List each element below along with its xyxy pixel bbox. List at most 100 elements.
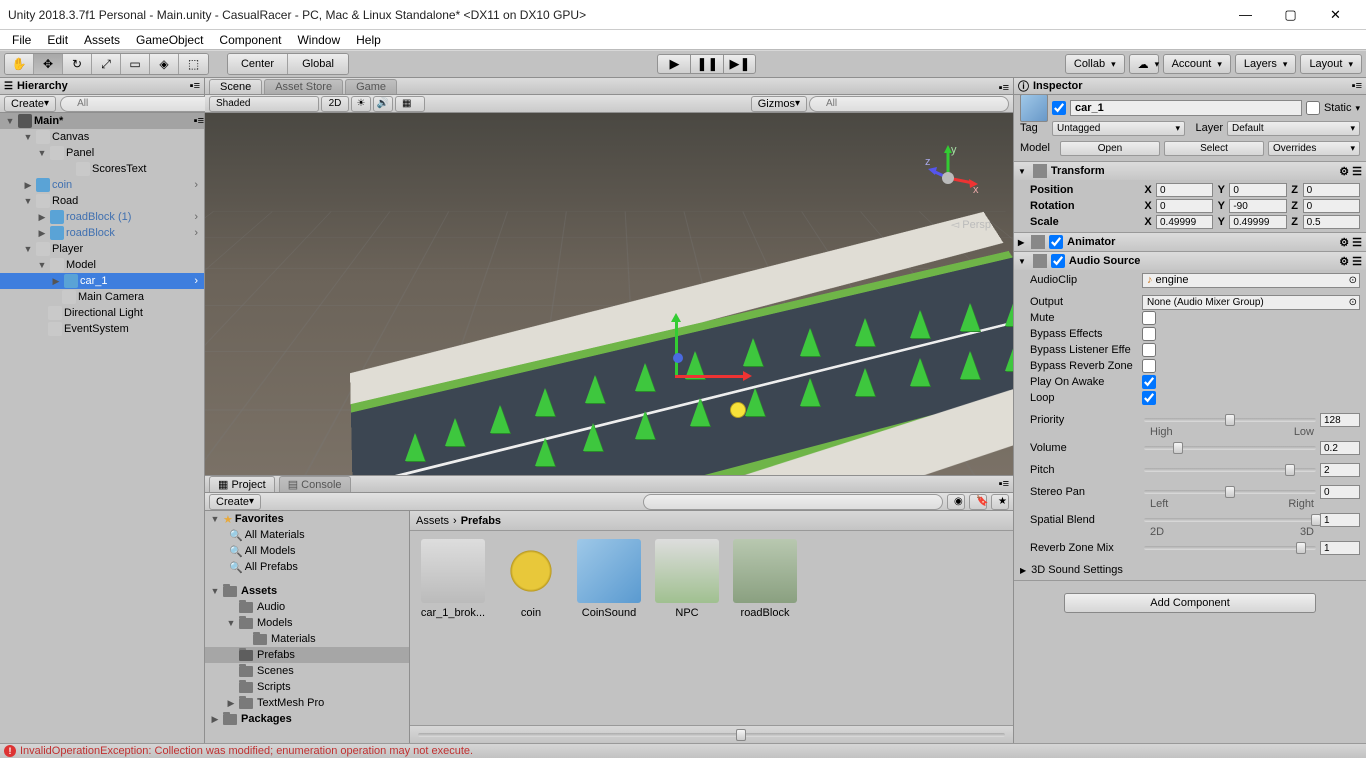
project-create-dropdown[interactable]: Create ▾ (209, 494, 261, 510)
project-breadcrumb[interactable]: Assets › Prefabs (410, 511, 1013, 531)
priority-slider[interactable] (1144, 418, 1316, 422)
play-on-awake-checkbox[interactable] (1142, 375, 1156, 389)
audio-toggle[interactable]: 🔊 (373, 96, 393, 112)
hierarchy-tab[interactable]: ☰ Hierarchy ▪≡ (0, 78, 204, 95)
transform-header[interactable]: Transform ⚙ ☰ (1014, 162, 1366, 180)
transform-tool[interactable]: ◈ (150, 54, 179, 74)
mode-2d-toggle[interactable]: 2D (321, 96, 349, 112)
asset-item[interactable]: car_1_brok... (418, 539, 488, 619)
inspector-tab[interactable]: ⓘ Inspector ▪≡ (1014, 78, 1366, 95)
add-component-button[interactable]: Add Component (1064, 593, 1316, 613)
search-filter-1[interactable]: ◉ (947, 494, 965, 510)
draw-mode-dropdown[interactable]: Shaded (209, 96, 319, 112)
orientation-gizmo[interactable]: y x z (913, 143, 983, 213)
tab-console[interactable]: ▤ Console (279, 476, 351, 492)
tab-scene[interactable]: Scene (209, 79, 262, 94)
scene-row[interactable]: ▼ Main* ▪≡ (0, 113, 204, 129)
animator-enabled[interactable] (1049, 235, 1063, 249)
spatial-slider[interactable] (1144, 518, 1316, 522)
panel-menu-icon[interactable]: ▪≡ (999, 82, 1009, 94)
active-checkbox[interactable] (1052, 101, 1066, 115)
bypass-reverb-checkbox[interactable] (1142, 359, 1156, 373)
asset-item[interactable]: coin (496, 539, 566, 619)
hierarchy-item[interactable]: ▶ roadBlock› (0, 225, 204, 241)
pitch-value[interactable] (1320, 463, 1360, 477)
gizmos-dropdown[interactable]: Gizmos ▾ (751, 96, 807, 112)
project-search[interactable] (643, 494, 943, 510)
volume-value[interactable] (1320, 441, 1360, 455)
hierarchy-search[interactable] (60, 96, 226, 112)
hierarchy-item[interactable]: Main Camera (0, 289, 204, 305)
asset-grid[interactable]: car_1_brok... coin CoinSound NPC roadBlo… (410, 531, 1013, 725)
minimize-button[interactable]: — (1223, 0, 1268, 29)
create-dropdown[interactable]: Create ▾ (4, 96, 56, 112)
prefab-open-button[interactable]: Open (1060, 141, 1160, 156)
folder-prefabs[interactable]: Prefabs (205, 647, 409, 663)
hand-tool[interactable]: ✋ (5, 54, 34, 74)
pause-button[interactable]: ❚❚ (690, 54, 723, 74)
layout-dropdown[interactable]: Layout (1300, 54, 1362, 74)
hierarchy-tree[interactable]: ▼ Main* ▪≡ ▼ Canvas▼ Panel ScoresText▶ c… (0, 113, 204, 743)
panel-menu-icon[interactable]: ▪≡ (999, 478, 1009, 490)
maximize-button[interactable]: ▢ (1268, 0, 1313, 29)
hierarchy-item[interactable]: ▶ car_1› (0, 273, 204, 289)
mute-checkbox[interactable] (1142, 311, 1156, 325)
scale-y[interactable] (1229, 215, 1286, 229)
coin-gizmo[interactable] (730, 402, 746, 418)
static-checkbox[interactable] (1306, 101, 1320, 115)
asset-item[interactable]: NPC (652, 539, 722, 619)
pitch-slider[interactable] (1144, 468, 1316, 472)
panel-menu-icon[interactable]: ▪≡ (1352, 80, 1362, 92)
lighting-toggle[interactable]: ☀ (351, 96, 371, 112)
perspective-label[interactable]: ◅ Persp (951, 218, 991, 231)
panel-menu-icon[interactable]: ▪≡ (190, 80, 200, 92)
favorites-header[interactable]: ▼★ Favorites (205, 511, 409, 527)
menu-component[interactable]: Component (211, 31, 289, 49)
audioclip-field[interactable]: ♪engine (1142, 273, 1360, 288)
audiosource-enabled[interactable] (1051, 254, 1065, 268)
loop-checkbox[interactable] (1142, 391, 1156, 405)
pos-z[interactable] (1303, 183, 1360, 197)
account-dropdown[interactable]: Account (1163, 54, 1231, 74)
search-filter-2[interactable]: 🔖 (969, 494, 987, 510)
reverb-slider[interactable] (1144, 546, 1316, 550)
rot-z[interactable] (1303, 199, 1360, 213)
layer-dropdown[interactable]: Default (1227, 121, 1360, 136)
pos-y[interactable] (1229, 183, 1286, 197)
hierarchy-item[interactable]: ▼ Player (0, 241, 204, 257)
status-bar[interactable]: ! InvalidOperationException: Collection … (0, 743, 1366, 758)
menu-assets[interactable]: Assets (76, 31, 128, 49)
overrides-dropdown[interactable]: Overrides (1268, 141, 1360, 156)
layers-dropdown[interactable]: Layers (1235, 54, 1297, 74)
hierarchy-item[interactable]: Directional Light (0, 305, 204, 321)
stereo-slider[interactable] (1144, 490, 1316, 494)
pivot-center-toggle[interactable]: Center (228, 54, 288, 74)
tab-asset-store[interactable]: Asset Store (264, 79, 343, 94)
save-favorite[interactable]: ★ (991, 494, 1009, 510)
hierarchy-item[interactable]: ▶ coin› (0, 177, 204, 193)
menu-window[interactable]: Window (289, 31, 348, 49)
scale-tool[interactable]: ⤢ (92, 54, 121, 74)
scale-x[interactable] (1156, 215, 1213, 229)
assets-folder[interactable]: ▼ Assets (205, 583, 409, 599)
project-folder-tree[interactable]: ▼★ Favorites 🔍 All Materials 🔍 All Model… (205, 511, 410, 743)
play-button[interactable]: ▶ (657, 54, 690, 74)
stereo-value[interactable] (1320, 485, 1360, 499)
rect-tool[interactable]: ▭ (121, 54, 150, 74)
gameobject-icon[interactable] (1020, 95, 1048, 122)
hierarchy-item[interactable]: ScoresText (0, 161, 204, 177)
output-field[interactable]: None (Audio Mixer Group) (1142, 295, 1360, 310)
gameobject-name-field[interactable] (1070, 100, 1302, 116)
hierarchy-item[interactable]: ▼ Canvas (0, 129, 204, 145)
hierarchy-item[interactable]: ▼ Road (0, 193, 204, 209)
menu-edit[interactable]: Edit (39, 31, 76, 49)
step-button[interactable]: ▶❚ (723, 54, 756, 74)
bypass-effects-checkbox[interactable] (1142, 327, 1156, 341)
animator-header[interactable]: Animator ⚙ ☰ (1014, 233, 1366, 251)
menu-gameobject[interactable]: GameObject (128, 31, 211, 49)
reverb-value[interactable] (1320, 541, 1360, 555)
scene-search[interactable] (809, 96, 1009, 112)
scale-z[interactable] (1303, 215, 1360, 229)
scene-viewport[interactable]: y x z ◅ Persp (205, 113, 1013, 475)
asset-item[interactable]: roadBlock (730, 539, 800, 619)
